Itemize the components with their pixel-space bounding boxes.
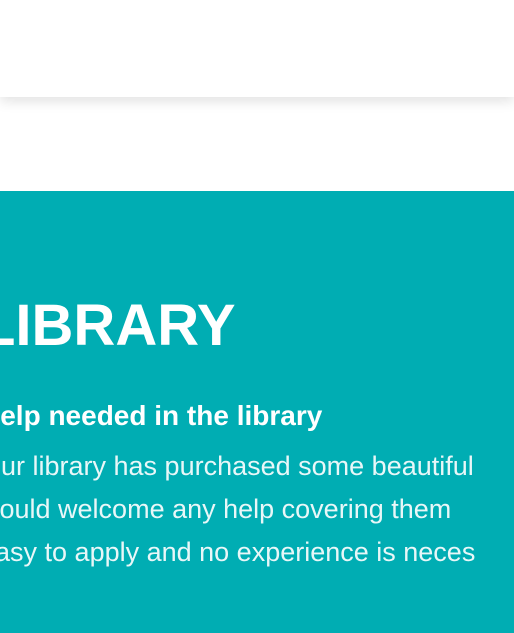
library-section: LIBRARY Help needed in the library Our l… xyxy=(0,191,514,633)
description-line: Our library has purchased some beautiful xyxy=(0,451,474,481)
help-needed-heading: Help needed in the library xyxy=(0,400,323,431)
spacer xyxy=(0,97,514,191)
description-line: easy to apply and no experience is neces xyxy=(0,537,476,567)
site-header xyxy=(0,0,514,97)
description-line: would welcome any help covering them xyxy=(0,494,452,524)
library-description: Our library has purchased some beautiful… xyxy=(0,445,514,574)
section-title: LIBRARY xyxy=(0,293,236,358)
page: LIBRARY Help needed in the library Our l… xyxy=(0,0,514,633)
